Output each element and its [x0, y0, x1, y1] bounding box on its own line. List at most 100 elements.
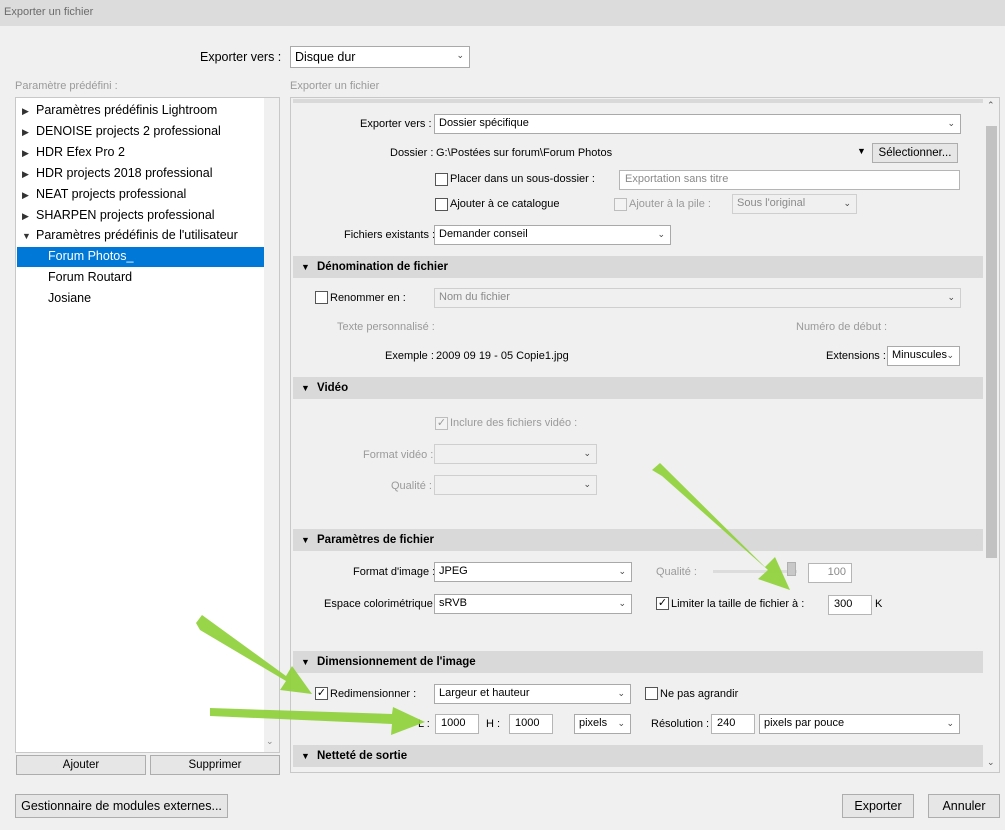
panel-header: Exporter un fichier: [290, 80, 380, 92]
scroll-up-icon[interactable]: ⌃: [987, 100, 995, 111]
chevron-down-icon: ⌄: [617, 718, 625, 728]
include-video-label: Inclure des fichiers vidéo :: [450, 417, 578, 429]
expand-arrow-icon: ▶: [22, 106, 29, 116]
preset-item-josiane[interactable]: Josiane: [17, 289, 264, 309]
preset-group-neat[interactable]: ▶ NEAT projects professional: [22, 187, 186, 201]
example-label: Exemple :: [385, 350, 434, 362]
resize-checkbox[interactable]: ✓: [315, 687, 328, 700]
example-value: 2009 09 19 - 05 Copie1.jpg: [436, 350, 569, 362]
section-output-sharpening[interactable]: ▼ Netteté de sortie: [293, 745, 983, 767]
presets-header: Paramètre prédéfini :: [15, 80, 118, 92]
section-image-sizing[interactable]: ▼ Dimensionnement de l'image: [293, 651, 983, 673]
remove-preset-button[interactable]: Supprimer: [150, 755, 280, 775]
add-to-catalog-label: Ajouter à ce catalogue: [450, 198, 560, 210]
width-input[interactable]: 1000: [435, 714, 479, 734]
resolution-unit-select[interactable]: pixels par pouce ⌄: [759, 714, 960, 734]
video-quality-select[interactable]: ⌄: [434, 475, 597, 495]
video-format-select[interactable]: ⌄: [434, 444, 597, 464]
export-to-folder-label: Exporter vers :: [360, 118, 432, 130]
preset-group-denoise[interactable]: ▶ DENOISE projects 2 professional: [22, 124, 221, 138]
chevron-down-icon: ⌄: [946, 718, 954, 728]
subfolder-label: Placer dans un sous-dossier :: [450, 173, 595, 185]
scroll-down-icon[interactable]: ⌄: [266, 736, 274, 747]
preset-item-forum-photos[interactable]: Forum Photos_: [17, 247, 264, 267]
chevron-down-icon: ⌄: [843, 198, 851, 208]
custom-text-label: Texte personnalisé :: [337, 321, 435, 333]
preset-group-hdr-efex[interactable]: ▶ HDR Efex Pro 2: [22, 145, 125, 159]
existing-files-select[interactable]: Demander conseil ⌄: [434, 225, 671, 245]
limit-size-checkbox[interactable]: ✓: [656, 597, 669, 610]
expand-arrow-icon: ▶: [22, 127, 29, 137]
preset-group-sharpen[interactable]: ▶ SHARPEN projects professional: [22, 208, 215, 222]
chevron-down-icon: ⌄: [456, 50, 464, 60]
resize-mode-select[interactable]: Largeur et hauteur ⌄: [434, 684, 631, 704]
section-file-naming[interactable]: ▼ Dénomination de fichier: [293, 256, 983, 278]
size-unit-select[interactable]: pixels ⌄: [574, 714, 631, 734]
quality-label: Qualité :: [656, 566, 697, 578]
extensions-label: Extensions :: [826, 350, 886, 362]
preset-item-forum-routard[interactable]: Forum Routard: [17, 268, 264, 288]
video-quality-label: Qualité :: [391, 480, 432, 492]
preset-group-lightroom[interactable]: ▶ Paramètres prédéfinis Lightroom: [22, 103, 217, 117]
section-file-settings[interactable]: ▼ Paramètres de fichier: [293, 529, 983, 551]
presets-scrollbar[interactable]: [264, 98, 279, 752]
rename-template-select[interactable]: Nom du fichier ⌄: [434, 288, 961, 308]
panel-scrollbar-thumb[interactable]: [986, 126, 997, 558]
color-space-label: Espace colorimétrique :: [324, 598, 439, 610]
dont-enlarge-checkbox[interactable]: [645, 687, 658, 700]
folder-label: Dossier :: [390, 147, 434, 159]
folder-path: G:\Postées sur forum\Forum Photos: [436, 147, 613, 159]
expand-arrow-icon: ▶: [22, 169, 29, 179]
chevron-down-icon: ⌄: [947, 118, 955, 128]
image-format-label: Format d'image :: [353, 566, 436, 578]
export-location-select[interactable]: Dossier spécifique ⌄: [434, 114, 961, 134]
export-to-label: Exporter vers :: [200, 50, 282, 64]
chevron-down-icon: ⌄: [618, 598, 626, 608]
collapse-arrow-icon: ▼: [301, 751, 310, 761]
preset-group-user[interactable]: ▼ Paramètres prédéfinis de l'utilisateur: [22, 228, 238, 242]
add-to-catalog-checkbox[interactable]: [435, 198, 448, 211]
resolution-label: Résolution :: [651, 718, 710, 730]
cancel-button[interactable]: Annuler: [928, 794, 1000, 818]
limit-size-unit: K: [875, 598, 883, 610]
folder-history-dropdown-icon[interactable]: ▼: [857, 146, 866, 156]
chevron-down-icon: ⌄: [583, 448, 591, 458]
scroll-down-icon[interactable]: ⌄: [987, 757, 995, 768]
export-to-select[interactable]: Disque dur ⌄: [290, 46, 470, 68]
quality-slider-thumb[interactable]: [787, 562, 796, 576]
collapse-arrow-icon: ▼: [22, 231, 31, 241]
stack-position-select[interactable]: Sous l'original ⌄: [732, 194, 857, 214]
section-divider: [293, 99, 983, 103]
chevron-down-icon: ⌄: [947, 292, 955, 302]
resize-label: Redimensionner :: [330, 688, 417, 700]
existing-files-label: Fichiers existants :: [344, 229, 436, 241]
collapse-arrow-icon: ▼: [301, 383, 310, 393]
limit-size-input[interactable]: 300: [828, 595, 872, 615]
include-video-checkbox[interactable]: ✓: [435, 417, 448, 430]
export-button[interactable]: Exporter: [842, 794, 914, 818]
height-label: H :: [486, 718, 501, 730]
limit-size-label: Limiter la taille de fichier à :: [671, 598, 805, 610]
extensions-select[interactable]: Minuscules ⌄: [887, 346, 960, 366]
quality-input[interactable]: 100: [808, 563, 852, 583]
quality-slider-track[interactable]: [713, 570, 797, 573]
rename-checkbox[interactable]: [315, 291, 328, 304]
color-space-select[interactable]: sRVB ⌄: [434, 594, 632, 614]
chevron-down-icon: ⌄: [618, 566, 626, 576]
add-preset-button[interactable]: Ajouter: [16, 755, 146, 775]
image-format-select[interactable]: JPEG ⌄: [434, 562, 632, 582]
section-video[interactable]: ▼ Vidéo: [293, 377, 983, 399]
plugin-manager-button[interactable]: Gestionnaire de modules externes...: [15, 794, 228, 818]
expand-arrow-icon: ▶: [22, 190, 29, 200]
add-to-stack-checkbox[interactable]: [614, 198, 627, 211]
width-label: L :: [418, 718, 430, 730]
preset-group-hdr-projects[interactable]: ▶ HDR projects 2018 professional: [22, 166, 212, 180]
start-number-label: Numéro de début :: [796, 321, 888, 333]
subfolder-checkbox[interactable]: [435, 173, 448, 186]
window-title: Exporter un fichier: [0, 0, 1005, 26]
video-format-label: Format vidéo :: [363, 449, 434, 461]
choose-folder-button[interactable]: Sélectionner...: [872, 143, 958, 163]
subfolder-input[interactable]: Exportation sans titre: [619, 170, 960, 190]
resolution-input[interactable]: 240: [711, 714, 755, 734]
height-input[interactable]: 1000: [509, 714, 553, 734]
